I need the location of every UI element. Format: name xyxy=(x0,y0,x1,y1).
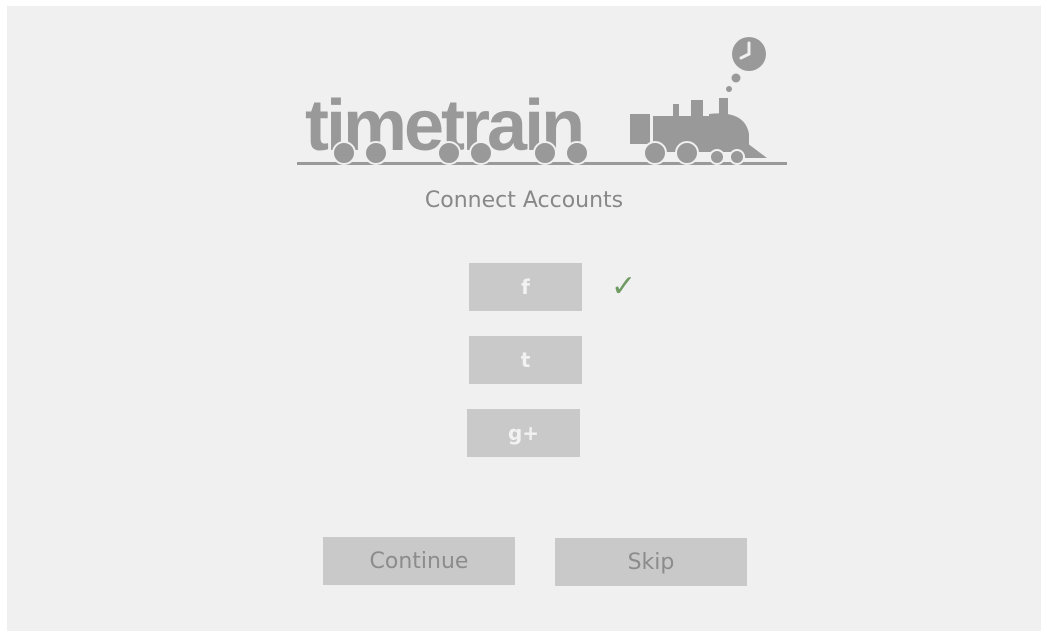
smoke-puff xyxy=(726,86,732,92)
google-plus-connect-button[interactable]: g+ xyxy=(467,409,580,457)
app-screen: timetrain Connect Accounts f ✓ t g+ Cont… xyxy=(7,6,1041,631)
continue-button-label: Continue xyxy=(369,548,469,574)
twitter-icon: t xyxy=(520,348,531,372)
facebook-icon: f xyxy=(521,275,530,299)
skip-button-label: Skip xyxy=(627,549,675,575)
twitter-connect-button[interactable]: t xyxy=(469,336,582,384)
skip-button[interactable]: Skip xyxy=(555,538,747,586)
timetrain-logo: timetrain xyxy=(297,37,787,166)
facebook-connect-button[interactable]: f xyxy=(469,263,582,311)
smoke-puff xyxy=(731,73,741,83)
page-title: Connect Accounts xyxy=(424,188,624,213)
continue-button[interactable]: Continue xyxy=(323,537,515,585)
facebook-connected-check-icon: ✓ xyxy=(611,269,637,304)
google-plus-icon: g+ xyxy=(507,421,540,445)
